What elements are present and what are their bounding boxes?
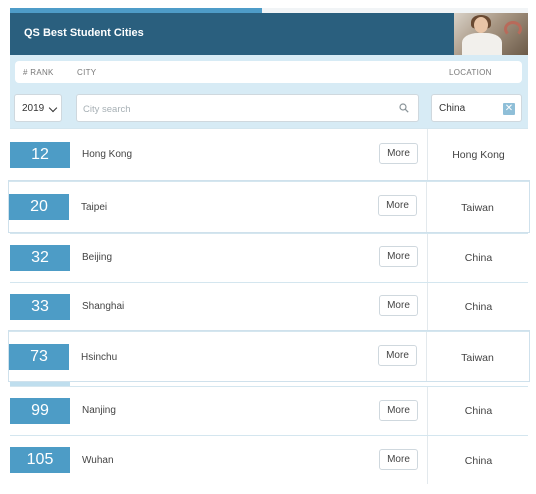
location-text: Taiwan <box>461 352 494 364</box>
location-cell: Taiwan <box>426 332 527 381</box>
location-cell: China <box>427 436 528 484</box>
more-button[interactable]: More <box>379 400 418 421</box>
header-photo <box>454 13 528 55</box>
city-name[interactable]: Hong Kong <box>82 149 132 160</box>
search-icon[interactable] <box>399 103 409 113</box>
city-cell: Taipei More <box>69 182 426 232</box>
location-filter[interactable]: China ✕ <box>431 94 522 122</box>
rank-badge: 99 <box>10 398 70 424</box>
table-header: # RANK CITY LOCATION <box>15 61 522 83</box>
city-cell: Nanjing More <box>70 387 427 435</box>
location-text: Taiwan <box>461 202 494 214</box>
more-button[interactable]: More <box>379 143 418 164</box>
city-cell: Wuhan More <box>70 436 427 484</box>
chevron-down-icon <box>48 103 58 113</box>
more-button[interactable]: More <box>378 345 417 366</box>
more-button[interactable]: More <box>379 246 418 267</box>
city-search-input[interactable] <box>83 101 383 117</box>
city-search-field[interactable] <box>76 94 419 122</box>
table-row: 12 Hong Kong More Hong Kong <box>10 128 528 180</box>
year-select[interactable]: 2019 <box>14 94 62 122</box>
more-button[interactable]: More <box>379 295 418 316</box>
location-text: China <box>464 405 493 417</box>
rank-badge: 32 <box>10 245 70 271</box>
city-cell: Beijing More <box>70 234 427 282</box>
table-row: 99 Nanjing More China <box>10 386 528 435</box>
city-name[interactable]: Hsinchu <box>81 352 117 363</box>
city-cell: Shanghai More <box>70 283 427 331</box>
location-text: China <box>464 301 493 313</box>
location-filter-value: China <box>439 103 466 114</box>
location-cell: Hong Kong <box>427 129 528 180</box>
city-name[interactable]: Nanjing <box>82 405 116 416</box>
rank-badge: 12 <box>10 142 70 168</box>
rank-badge: 73 <box>9 344 69 370</box>
title-bar: QS Best Student Cities <box>10 13 528 55</box>
city-name[interactable]: Taipei <box>81 202 107 213</box>
location-text: Hong Kong <box>452 149 505 161</box>
table-row: 20 Taipei More Taiwan <box>9 181 529 232</box>
more-button[interactable]: More <box>379 449 418 470</box>
city-cell: Hsinchu More <box>69 332 426 381</box>
table-row: 32 Beijing More China <box>10 233 528 282</box>
city-name[interactable]: Beijing <box>82 252 112 263</box>
table-row: 73 Hsinchu More Taiwan <box>9 331 529 381</box>
more-button[interactable]: More <box>378 195 417 216</box>
year-select-value: 2019 <box>22 103 45 114</box>
city-name[interactable]: Wuhan <box>82 455 114 466</box>
table-row: 105 Wuhan More China <box>10 435 528 484</box>
location-cell: China <box>427 283 528 331</box>
city-cell: Hong Kong More <box>70 129 427 180</box>
table-row: 33 Shanghai More China <box>10 282 528 331</box>
page-title: QS Best Student Cities <box>24 27 144 39</box>
header-city: CITY <box>77 68 97 77</box>
header-rank: # RANK <box>23 68 54 77</box>
location-text: China <box>464 252 493 264</box>
header-location: LOCATION <box>449 68 492 77</box>
rank-badge: 33 <box>10 294 70 320</box>
location-cell: China <box>427 387 528 435</box>
location-cell: China <box>427 234 528 282</box>
clear-icon[interactable]: ✕ <box>503 103 515 115</box>
rank-badge: 105 <box>10 447 70 473</box>
location-text: China <box>464 455 493 467</box>
location-cell: Taiwan <box>426 182 527 232</box>
rank-badge: 20 <box>9 194 69 220</box>
city-name[interactable]: Shanghai <box>82 301 124 312</box>
